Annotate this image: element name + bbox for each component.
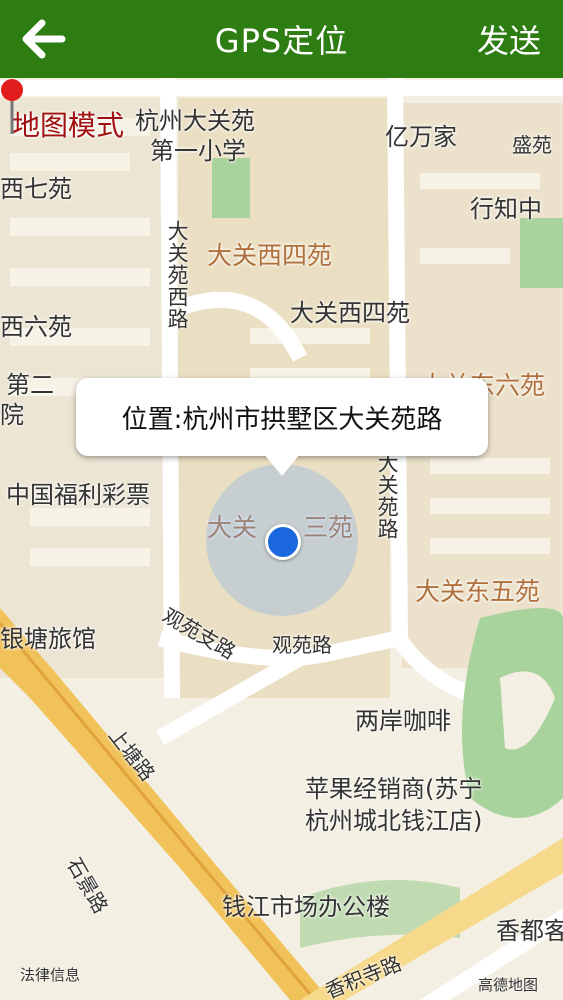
- current-location-dot: [265, 524, 301, 560]
- send-button[interactable]: 发送: [477, 16, 541, 62]
- back-arrow-icon: [22, 19, 66, 59]
- map-view[interactable]: 地图模式 杭州大关苑 第一小学 亿万家 盛苑 行知中 西七苑 大关苑西路 大关西…: [0, 78, 563, 1000]
- road-daguanyuan-xilu: 大关苑西路: [165, 220, 190, 330]
- poi-coffee[interactable]: 两岸咖啡: [355, 707, 451, 736]
- poi-school[interactable]: 杭州大关苑: [135, 107, 255, 136]
- poi-dier[interactable]: 第二: [6, 371, 54, 400]
- page-title: GPS定位: [214, 22, 349, 60]
- app-header: GPS定位 发送: [0, 0, 563, 78]
- poi-daguan-xisiyuan[interactable]: 大关西四苑: [290, 299, 410, 328]
- district-daguan-dongwuyuan: 大关东五苑: [415, 577, 541, 606]
- poi-dier-line2: 院: [0, 401, 24, 429]
- poi-xiangdu[interactable]: 香都客: [496, 917, 563, 946]
- district-daguan-xisiyuan: 大关西四苑: [207, 241, 333, 270]
- map-mode-label[interactable]: 地图模式: [12, 104, 124, 144]
- road-daguanyuan-lu: 大关苑路: [375, 452, 400, 540]
- poi-yiwanjia[interactable]: 亿万家: [385, 123, 457, 152]
- poi-apple-line2: 杭州城北钱江店): [305, 807, 483, 835]
- poi-xiqiyuan[interactable]: 西七苑: [0, 175, 72, 204]
- poi-apple-line1[interactable]: 苹果经销商(苏宁: [305, 775, 482, 804]
- poi-qianjiang[interactable]: 钱江市场办公楼: [222, 893, 390, 922]
- poi-xingzhi[interactable]: 行知中: [470, 195, 542, 224]
- poi-xiliuyuan[interactable]: 西六苑: [0, 313, 72, 342]
- back-button[interactable]: [18, 14, 74, 64]
- poi-hotel[interactable]: 银塘旅馆: [0, 625, 96, 654]
- location-bubble[interactable]: 位置:杭州市拱墅区大关苑路: [76, 378, 488, 476]
- legal-info-link[interactable]: 法律信息: [20, 964, 80, 985]
- poi-fucai[interactable]: 中国福利彩票: [6, 481, 150, 510]
- map-pin-icon[interactable]: [0, 78, 24, 136]
- poi-shengyuan[interactable]: 盛苑: [512, 134, 552, 157]
- road-guanyuan-lu: 观苑路: [272, 633, 332, 657]
- amap-logo: 高德地图: [478, 976, 539, 994]
- poi-school-line2: 第一小学: [150, 137, 246, 165]
